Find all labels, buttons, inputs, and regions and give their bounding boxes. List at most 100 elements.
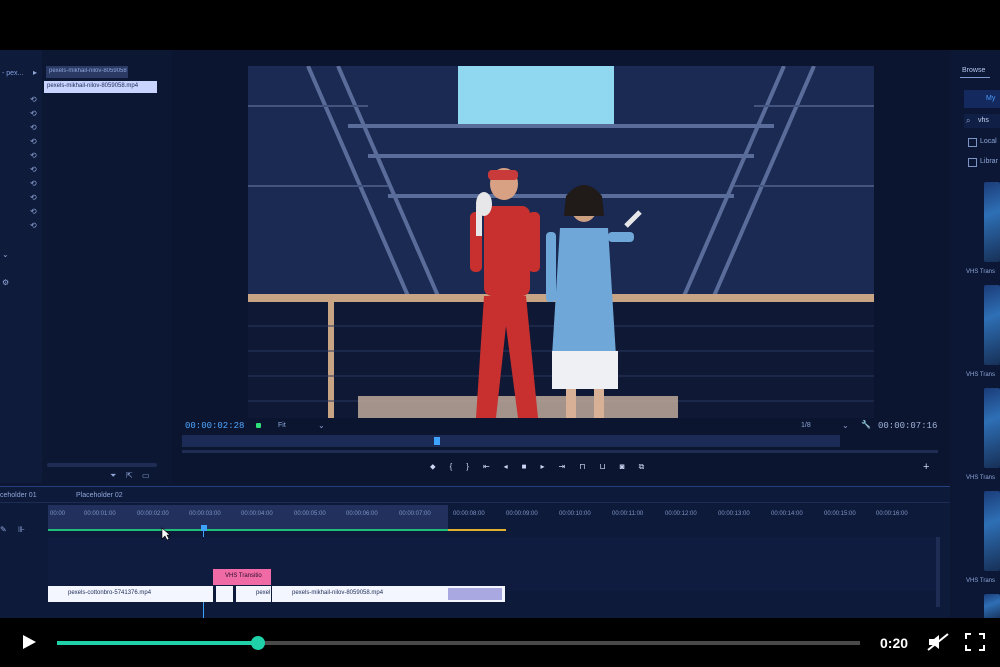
ruler-icon[interactable]: ⊪ [18,525,25,534]
settings-icon[interactable]: ⚙ [2,278,9,287]
local-label: Local [980,138,997,145]
local-checkbox[interactable] [968,138,977,147]
video-clip[interactable] [216,586,233,602]
link-icon[interactable]: ⟲ [30,109,42,123]
insert-icon[interactable]: ⊓ [579,462,585,476]
link-icon[interactable]: ⟲ [30,123,42,137]
filter-icon[interactable]: ⏷ [110,471,116,481]
new-item-icon[interactable]: ⇱ [126,471,133,480]
link-icon[interactable]: ⟲ [30,221,42,235]
link-icon[interactable]: ⟲ [30,151,42,165]
render-bar-yellow [448,529,506,531]
ruler-label: 00:00:13:00 [718,511,750,517]
go-to-out-icon[interactable]: ⇥ [559,462,566,476]
transition-thumbnail[interactable] [984,594,1000,620]
step-forward-icon[interactable]: ▸ [541,462,545,476]
file-search-text: pexels-mikhail-nilov-8059058.mp4 [49,68,127,74]
timeline-ruler[interactable]: 00:00 00:00:01:00 00:00:02:00 00:00:03:0… [48,505,948,533]
add-marker-icon[interactable]: ⬥ [430,462,436,476]
play-icon[interactable] [20,633,38,651]
ruler-label: 00:00:07:00 [399,511,431,517]
tab-browse[interactable]: Browse [962,67,985,74]
monitor-zoom-bar[interactable] [182,450,938,453]
browse-search-value: vhs [978,117,989,124]
go-to-in-icon[interactable]: ⇤ [483,462,490,476]
fullscreen-icon[interactable] [965,633,985,651]
ruler-label: 00:00:03:00 [189,511,221,517]
transition-thumbnail-label: VHS Trans [966,269,996,275]
video-clip-label: pexels-cottonbro-5741376.mp4 [68,590,152,596]
browse-tab-underline [960,77,990,78]
file-list-scrollbar[interactable] [47,463,157,467]
link-icon[interactable]: ⟲ [30,207,42,221]
libraries-checkbox[interactable] [968,158,977,167]
compare-icon[interactable]: ⧉ [639,462,645,476]
step-back-icon[interactable]: ◂ [504,462,508,476]
mute-icon[interactable] [926,632,950,652]
libraries-label: Librar [980,158,998,165]
razor-icon[interactable]: ✎ [0,525,7,534]
current-timecode[interactable]: 00:00:02:28 [185,421,244,431]
resolution-dropdown[interactable]: 1/8 [801,422,811,429]
video-clip[interactable]: pexels-cottonbro-5741376.mp4 [48,586,213,602]
stop-icon[interactable]: ■ [522,462,527,476]
add-button-icon[interactable]: + [923,461,929,473]
chevron-down-icon[interactable]: ⌄ [842,421,849,430]
ruler-label: 00:00:10:00 [559,511,591,517]
transition-clip-label: VHS Transitio [225,573,262,579]
mouse-cursor-icon [161,527,171,541]
link-icon[interactable]: ⟲ [30,95,42,109]
status-dot-icon [256,423,261,428]
chevron-right-icon[interactable]: ▸ [33,68,37,77]
ruler-label: 00:00:06:00 [346,511,378,517]
fit-dropdown[interactable]: Fit [278,422,286,429]
video-clip[interactable]: pexels-mikhail-nilov-8059058.mp4 [272,586,505,602]
file-tooltip: pexels-mikhail-nilov-8059058.mp4 [44,81,157,93]
wrench-icon[interactable]: 🔧 [861,420,871,429]
camera-icon[interactable]: ◙ [620,462,625,476]
ruler-label: 00:00:12:00 [665,511,697,517]
transition-thumbnail-label: VHS Trans [966,475,996,481]
tab-placeholder-01[interactable]: ceholder 01 [0,492,37,499]
transition-thumbnail[interactable] [984,388,1000,468]
timeline-scrollbar[interactable] [936,537,940,607]
overwrite-icon[interactable]: ⊔ [599,462,605,476]
ruler-label: 00:00:15:00 [824,511,856,517]
top-letterbox [0,0,1000,50]
folder-icon[interactable]: ▭ [142,471,150,480]
work-area-bar[interactable] [48,505,448,531]
link-icon[interactable]: ⟲ [30,165,42,179]
transition-thumbnail[interactable] [984,182,1000,262]
dropdown-icon[interactable]: ⌄ [2,250,9,259]
file-search-field[interactable]: pexels-mikhail-nilov-8059058.mp4 [46,66,128,78]
tab-placeholder-02[interactable]: Placeholder 02 [76,492,123,499]
ruler-label: 00:00:08:00 [453,511,485,517]
chevron-down-icon[interactable]: ⌄ [318,421,325,430]
progress-handle[interactable] [250,636,265,650]
render-bar-green [48,529,448,531]
transition-clip[interactable]: VHS Transitio [213,569,271,585]
link-icon[interactable]: ⟲ [30,179,42,193]
transition-thumbnail[interactable] [984,491,1000,571]
ruler-label: 00:00:02:00 [137,511,169,517]
video-clip[interactable]: pexel [236,586,271,602]
timeline-playhead[interactable] [201,525,207,531]
video-player-bar: 0:20 [0,618,1000,667]
browse-panel: Browse My ⌕ vhs Local Librar VHS Trans V… [952,50,1000,620]
my-tab-button[interactable]: My [964,90,1000,108]
file-status-icons: ⟲ ⟲ ⟲ ⟲ ⟲ ⟲ ⟲ ⟲ ⟲ ⟲ [30,95,42,265]
duration-timecode: 00:00:07:16 [878,421,938,431]
timeline-panel: ceholder 01 Placeholder 02 ✎ ⊪ 00:00 00:… [0,486,950,620]
transition-thumbnail[interactable] [984,285,1000,365]
mark-out-icon[interactable]: } [466,462,469,476]
browse-search-field[interactable]: ⌕ vhs [964,114,1000,128]
file-tooltip-text: pexels-mikhail-nilov-8059058.mp4 [47,83,139,89]
mark-in-icon[interactable]: { [450,462,453,476]
playback-time: 0:20 [880,635,909,651]
bin-label[interactable]: - pex... [2,70,23,77]
monitor-playhead[interactable] [434,437,440,445]
link-icon[interactable]: ⟲ [30,193,42,207]
link-icon[interactable]: ⟲ [30,137,42,151]
tab-underline [0,502,950,503]
monitor-scrub-bar[interactable] [182,435,840,447]
